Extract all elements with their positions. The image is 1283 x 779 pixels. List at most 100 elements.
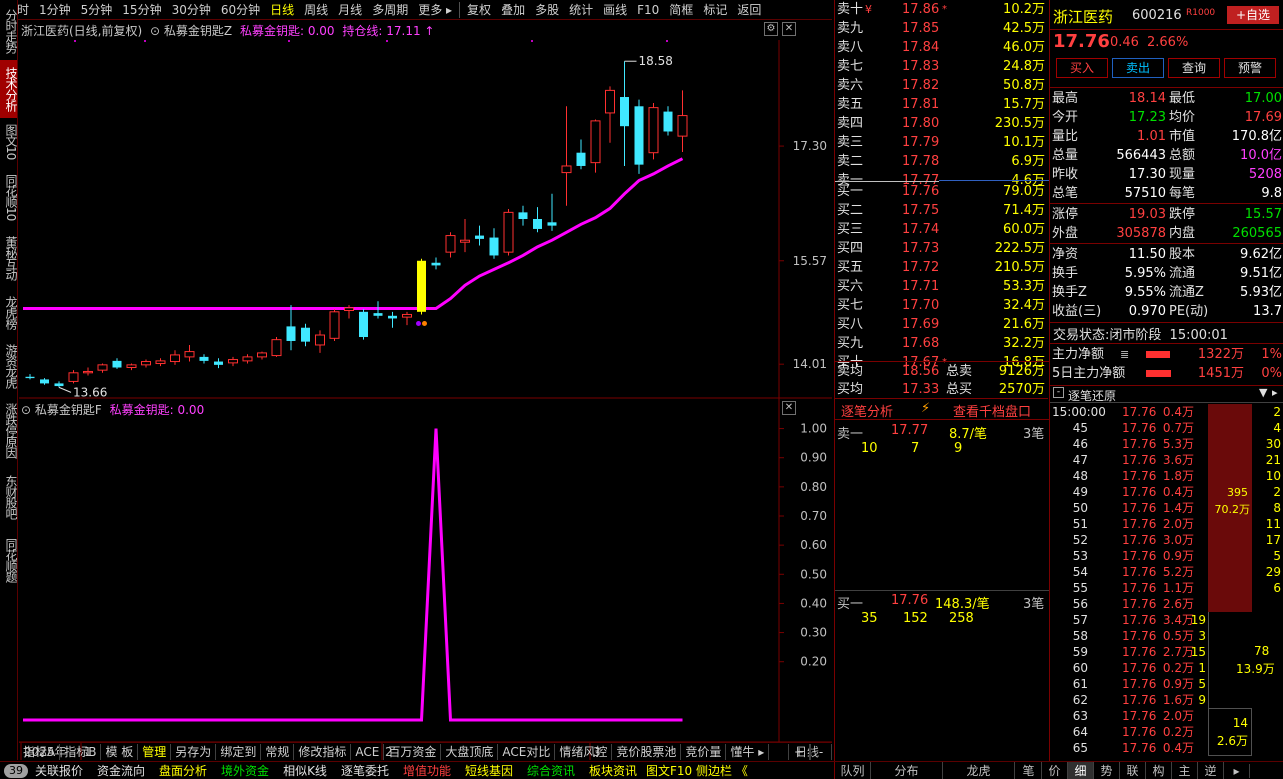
tab-tick-analysis[interactable]: 逐笔分析 — [841, 401, 893, 420]
status-right-tab[interactable]: 队列 — [835, 762, 871, 779]
ask-row[interactable]: 卖八 17.84 46.0万 — [835, 38, 1049, 57]
top-menu-item[interactable]: 周线 — [299, 0, 333, 20]
ask-row[interactable]: 卖四 17.80 230.5万 — [835, 114, 1049, 133]
right-tab[interactable]: 势 — [1094, 762, 1120, 779]
bid-row[interactable]: 买九 17.68 32.2万 — [835, 334, 1049, 353]
status-item[interactable]: 增值功能 — [396, 762, 458, 779]
top-menu-item[interactable]: F10 — [632, 0, 664, 20]
indicator-tab[interactable]: 情绪风控 — [555, 743, 613, 760]
indicator-tab[interactable]: 竞价股票池 — [612, 743, 682, 760]
ask-row[interactable]: 卖六 17.82 50.8万 — [835, 76, 1049, 95]
top-menu-item[interactable]: 多周期 — [367, 0, 413, 20]
sub-chart-close-icon[interactable]: ✕ — [782, 401, 796, 415]
sell-button[interactable]: 卖出 — [1112, 58, 1164, 78]
sub-indicator-name[interactable]: 私募金钥匙F — [35, 403, 102, 417]
ask-row[interactable]: 卖三 17.79 10.1万 — [835, 133, 1049, 152]
status-item[interactable]: 相似K线 — [276, 762, 334, 779]
top-menu-item[interactable]: 日线 — [265, 0, 299, 20]
indicator-tab[interactable]: 大盘顶底 — [441, 743, 499, 760]
top-menu-item[interactable]: 5分钟 — [76, 0, 118, 20]
ask-row[interactable]: 卖五 17.81 15.7万 — [835, 95, 1049, 114]
top-menu-item[interactable]: 画线 — [598, 0, 632, 20]
top-menu-item[interactable]: 1分钟 — [34, 0, 76, 20]
chevron-down-icon[interactable]: ▼ — [1259, 386, 1267, 399]
indicator-tab[interactable]: 修改指标 — [294, 743, 352, 760]
add-watchlist-button[interactable]: +自选 — [1227, 6, 1279, 24]
left-tab[interactable]: 同花顺10 — [0, 170, 18, 225]
indicator-tab[interactable]: 百万资金 — [384, 743, 442, 760]
status-item[interactable]: 综合资讯 — [520, 762, 582, 779]
top-menu-item[interactable]: 标记 — [698, 0, 732, 20]
status-item[interactable]: 境外资金 — [214, 762, 276, 779]
bid-row[interactable]: 买二 17.75 71.4万 — [835, 201, 1049, 220]
top-menu-item[interactable]: 复权 — [462, 0, 496, 20]
right-tab[interactable]: ▸ — [1224, 763, 1250, 778]
indicator-tab[interactable]: 模 板 — [101, 743, 139, 760]
right-tab[interactable]: 价 — [1042, 762, 1068, 779]
bid-row[interactable]: 买五 17.72 210.5万 — [835, 258, 1049, 277]
top-menu-item[interactable]: 多股 — [530, 0, 564, 20]
left-tab[interactable]: 东财股吧 — [0, 468, 18, 526]
top-menu-item[interactable]: 月线 — [333, 0, 367, 20]
left-tab[interactable]: 分时走势 — [0, 3, 18, 58]
status-item[interactable]: 关联报价 — [28, 762, 90, 779]
right-tab[interactable]: 逆 — [1198, 762, 1224, 779]
indicator-toggle-icon[interactable]: ⊙ — [21, 403, 31, 417]
top-menu-item[interactable]: 简框 — [664, 0, 698, 20]
query-button[interactable]: 查询 — [1168, 58, 1220, 78]
bid-row[interactable]: 买六 17.71 53.3万 — [835, 277, 1049, 296]
ask-row[interactable]: 卖七 17.83 24.8万 — [835, 57, 1049, 76]
bid-row[interactable]: 买三 17.74 60.0万 — [835, 220, 1049, 239]
left-tab[interactable]: 龙虎榜 — [0, 290, 18, 335]
indicator-tab[interactable]: 竞价量 — [681, 743, 727, 760]
status-item[interactable]: 逐笔委托 — [334, 762, 396, 779]
top-menu-item[interactable]: 30分钟 — [167, 0, 216, 20]
top-menu-item[interactable]: 叠加 — [496, 0, 530, 20]
indicator-tab[interactable]: 指标B — [60, 743, 102, 760]
indicator-tab[interactable]: ACE — [351, 743, 385, 760]
collapse-icon[interactable]: - — [1053, 387, 1064, 398]
right-tab[interactable]: 主 — [1172, 762, 1198, 779]
bid-row[interactable]: 买一 17.76 79.0万 — [835, 182, 1049, 201]
chart-canvas[interactable]: 17.30 15.57 14.01 18.58 13.66 1.00 0.90 0.80 0.7… — [19, 20, 832, 760]
left-tab[interactable]: 技术分析 — [0, 60, 18, 118]
list-icon[interactable]: ≣ — [1120, 345, 1129, 364]
buy-button[interactable]: 买入 — [1056, 58, 1108, 78]
top-menu-item[interactable]: 60分钟 — [216, 0, 265, 20]
notification-badge[interactable]: 39 — [4, 763, 28, 778]
status-tail[interactable]: 图文F10 侧边栏 《 — [644, 762, 750, 779]
indicator-tab[interactable]: 懂牛 ▸ — [726, 743, 770, 760]
right-tab[interactable]: 笔 — [1016, 762, 1042, 779]
indicator-tab[interactable]: 指标A — [19, 743, 61, 760]
indicator-tab[interactable]: ACE对比 — [498, 743, 556, 760]
status-item[interactable]: 盘面分析 — [152, 762, 214, 779]
status-item[interactable]: 板块资讯 — [582, 762, 644, 779]
status-item[interactable]: 短线基因 — [458, 762, 520, 779]
chart-area[interactable]: 浙江医药(日线,前复权) ⊙ 私募金钥匙Z 私募金钥匙: 0.00 持仓线: 1… — [19, 20, 832, 760]
status-right-tab[interactable]: 龙虎 — [943, 762, 1015, 779]
bid-row[interactable]: 买四 17.73 222.5万 — [835, 239, 1049, 258]
top-menu-item[interactable]: 返回 — [732, 0, 766, 20]
left-tab[interactable]: 董秘互动 — [0, 230, 18, 285]
ask-row[interactable]: 卖九 17.85 42.5万 — [835, 19, 1049, 38]
left-tab[interactable]: 涨跌停原因 — [0, 398, 18, 462]
zoom-out-button[interactable]: - — [810, 743, 832, 760]
zoom-in-button[interactable]: + — [788, 743, 810, 760]
indicator-tab[interactable]: 管理 — [138, 743, 172, 760]
top-menu-item[interactable]: 更多 ▸ — [413, 0, 457, 20]
chevron-right-icon[interactable]: ▸ — [1272, 386, 1278, 399]
right-tab[interactable]: 联 — [1120, 762, 1146, 779]
status-item[interactable]: 资金流向 — [90, 762, 152, 779]
tab-view-depth[interactable]: 查看千档盘口 — [953, 401, 1031, 420]
top-menu-item[interactable]: 统计 — [564, 0, 598, 20]
ask-row[interactable]: 卖十 ¥17.86 * 10.2万 — [835, 0, 1049, 19]
alert-button[interactable]: 预警 — [1224, 58, 1276, 78]
bid-row[interactable]: 买八 17.69 21.6万 — [835, 315, 1049, 334]
bid-row[interactable]: 买七 17.70 32.4万 — [835, 296, 1049, 315]
left-tab[interactable]: 图文10 — [0, 122, 18, 162]
right-tab[interactable]: 构 — [1146, 762, 1172, 779]
right-tab[interactable]: 细 — [1068, 762, 1094, 779]
indicator-tab[interactable]: 常规 — [261, 743, 295, 760]
top-menu-item[interactable]: 15分钟 — [117, 0, 166, 20]
status-right-tab[interactable]: 分布 — [871, 762, 943, 779]
